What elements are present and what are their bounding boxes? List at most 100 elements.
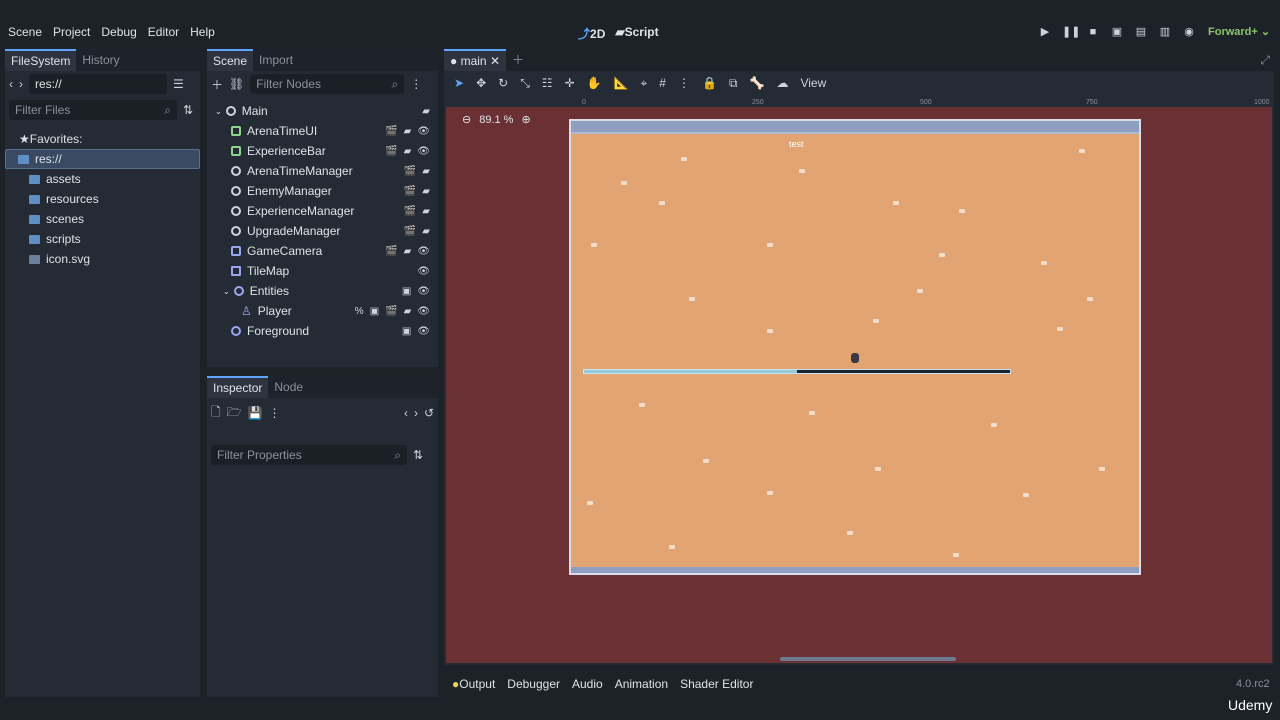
- tab-output[interactable]: ●Output: [452, 677, 495, 691]
- scene-instance-icon[interactable]: 🎬: [385, 306, 397, 317]
- add-tab-icon[interactable]: ＋: [506, 49, 530, 71]
- script-icon[interactable]: ▰: [422, 166, 430, 177]
- history-icon[interactable]: ↺: [424, 406, 434, 420]
- script-icon[interactable]: ▰: [404, 126, 412, 137]
- mode-script[interactable]: ▰Script: [615, 25, 658, 42]
- node-enemy-manager[interactable]: EnemyManager 🎬 ▰: [207, 181, 438, 201]
- script-icon[interactable]: ▰: [422, 106, 430, 117]
- favorites-row[interactable]: ★ Favorites:: [5, 129, 200, 149]
- node-tilemap[interactable]: TileMap 👁: [207, 261, 438, 281]
- sort-icon[interactable]: ⇅: [183, 103, 193, 117]
- node-foreground[interactable]: Foreground ▣ 👁: [207, 321, 438, 341]
- visibility-icon[interactable]: 👁: [417, 266, 430, 277]
- menu-help[interactable]: Help: [190, 25, 215, 39]
- script-icon[interactable]: ▰: [404, 306, 412, 317]
- remote-debug-icon[interactable]: ▣: [1110, 25, 1124, 39]
- node-upgrade-manager[interactable]: UpgradeManager 🎬 ▰: [207, 221, 438, 241]
- node-experience-bar[interactable]: ExperienceBar 🎬 ▰ 👁: [207, 141, 438, 161]
- save-icon[interactable]: 💾: [248, 406, 263, 420]
- link-icon[interactable]: ⛓: [229, 77, 244, 91]
- script-icon[interactable]: ▰: [404, 146, 412, 157]
- tab-node[interactable]: Node: [268, 376, 309, 398]
- zoom-level[interactable]: 89.1 %: [479, 114, 513, 126]
- tree-root-res[interactable]: res://: [5, 149, 200, 169]
- list-tool-icon[interactable]: ☷: [542, 76, 553, 90]
- group-icon[interactable]: ⧉: [729, 76, 738, 91]
- visibility-icon[interactable]: 👁: [417, 286, 430, 297]
- zoom-out-icon[interactable]: ⊖: [462, 113, 471, 126]
- player-sprite[interactable]: [851, 353, 859, 363]
- lock-icon[interactable]: 🔒: [702, 76, 717, 90]
- filter-files-input[interactable]: Filter Files ⌕: [9, 100, 177, 120]
- history-forward-icon[interactable]: ›: [414, 406, 418, 420]
- scene-instance-icon[interactable]: 🎬: [404, 226, 416, 237]
- node-main[interactable]: ⌄ Main ▰: [207, 101, 438, 121]
- visibility-icon[interactable]: 👁: [417, 126, 430, 137]
- node-arena-time-manager[interactable]: ArenaTimeManager 🎬 ▰: [207, 161, 438, 181]
- tree-item-assets[interactable]: assets: [5, 169, 200, 189]
- visibility-icon[interactable]: 👁: [417, 246, 430, 257]
- tab-shader-editor[interactable]: Shader Editor: [680, 677, 753, 691]
- tab-scene[interactable]: Scene: [207, 49, 254, 71]
- tab-main[interactable]: ● main ✕: [444, 49, 506, 71]
- rotate-tool-icon[interactable]: ↻: [498, 76, 508, 90]
- script-icon[interactable]: ▰: [404, 246, 412, 257]
- tree-item-scripts[interactable]: scripts: [5, 229, 200, 249]
- scene-instance-icon[interactable]: 🎬: [404, 166, 416, 177]
- history-back-icon[interactable]: ‹: [404, 406, 408, 420]
- tree-item-icon-svg[interactable]: icon.svg: [5, 249, 200, 269]
- menu-debug[interactable]: Debug: [101, 25, 136, 39]
- move-tool-icon[interactable]: ✥: [476, 76, 486, 90]
- add-node-icon[interactable]: ＋: [211, 76, 223, 93]
- group-icon[interactable]: ▣: [370, 306, 379, 317]
- tree-item-scenes[interactable]: scenes: [5, 209, 200, 229]
- view-menu[interactable]: View: [800, 76, 826, 90]
- renderer-select[interactable]: Forward+ ⌄: [1208, 25, 1270, 38]
- scene-instance-icon[interactable]: 🎬: [385, 246, 397, 257]
- tab-import[interactable]: Import: [253, 49, 299, 71]
- scene-instance-icon[interactable]: 🎬: [385, 146, 397, 157]
- visibility-icon[interactable]: 👁: [417, 306, 430, 317]
- tab-inspector[interactable]: Inspector: [207, 376, 269, 398]
- unique-name-icon[interactable]: %: [355, 306, 364, 317]
- forward-icon[interactable]: ›: [19, 77, 23, 91]
- tab-audio[interactable]: Audio: [572, 677, 603, 691]
- back-icon[interactable]: ‹: [9, 77, 13, 91]
- more-icon[interactable]: ⋮: [678, 76, 690, 90]
- tab-animation[interactable]: Animation: [615, 677, 668, 691]
- layout-toggle-icon[interactable]: ☰: [173, 77, 184, 91]
- menu-project[interactable]: Project: [53, 25, 90, 39]
- bone-icon[interactable]: 🦴: [750, 76, 765, 90]
- play-icon[interactable]: ▶: [1038, 25, 1052, 39]
- script-icon[interactable]: ▰: [422, 186, 430, 197]
- visibility-icon[interactable]: 👁: [417, 326, 430, 337]
- grid-snap-icon[interactable]: #: [659, 76, 666, 90]
- node-arena-time-ui[interactable]: ArenaTimeUI 🎬 ▰ 👁: [207, 121, 438, 141]
- node-experience-manager[interactable]: ExperienceManager 🎬 ▰: [207, 201, 438, 221]
- smart-snap-icon[interactable]: ⌖: [641, 76, 648, 91]
- group-icon[interactable]: ▣: [402, 286, 411, 297]
- node-game-camera[interactable]: GameCamera 🎬 ▰ 👁: [207, 241, 438, 261]
- filter-nodes-input[interactable]: Filter Nodes ⌕: [250, 74, 405, 94]
- scene-instance-icon[interactable]: 🎬: [404, 186, 416, 197]
- movie-icon[interactable]: ◉: [1182, 25, 1196, 39]
- mode-2d[interactable]: ⤴2D: [578, 25, 605, 42]
- open-folder-icon[interactable]: 🗁: [227, 403, 242, 424]
- more-icon[interactable]: ⋮: [410, 77, 422, 91]
- select-tool-icon[interactable]: ➤: [454, 76, 464, 90]
- ruler-tool-icon[interactable]: 📐: [614, 76, 629, 90]
- tab-history[interactable]: History: [76, 49, 125, 71]
- zoom-in-icon[interactable]: ⊕: [521, 113, 530, 126]
- cloud-icon[interactable]: ☁: [776, 76, 788, 90]
- scene-instance-icon[interactable]: 🎬: [385, 126, 397, 137]
- pivot-tool-icon[interactable]: ✛: [565, 76, 575, 90]
- new-resource-icon[interactable]: 🗋: [211, 403, 221, 424]
- node-entities[interactable]: ⌄ Entities ▣ 👁: [207, 281, 438, 301]
- fullscreen-icon[interactable]: ⤢: [1260, 53, 1270, 68]
- visibility-icon[interactable]: 👁: [417, 146, 430, 157]
- script-icon[interactable]: ▰: [422, 226, 430, 237]
- script-icon[interactable]: ▰: [422, 206, 430, 217]
- sort-icon[interactable]: ⇅: [413, 448, 423, 462]
- scene-canvas[interactable]: ⊖ 89.1 % ⊕ test: [446, 107, 1272, 663]
- stop-icon[interactable]: ■: [1086, 25, 1100, 39]
